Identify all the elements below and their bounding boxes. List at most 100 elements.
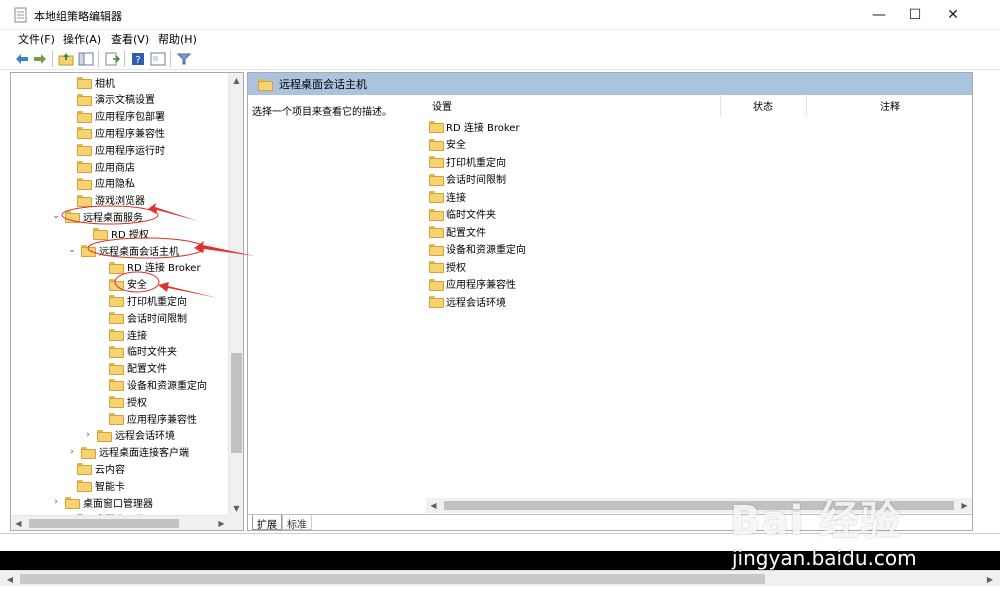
tree-item[interactable]: 设备和资源重定向 (95, 376, 207, 392)
list-item-label: 应用程序兼容性 (446, 280, 516, 291)
column-divider[interactable] (720, 95, 721, 117)
column-header-setting[interactable]: 设置 (432, 98, 452, 113)
tree-item[interactable]: RD 连接 Broker (95, 259, 201, 275)
menu-help[interactable]: 帮助(H) (158, 31, 197, 47)
list-item-label: 会话时间限制 (446, 175, 506, 186)
list-item-label: 临时文件夹 (446, 210, 496, 221)
tree-item-label: 会话时间限制 (127, 313, 187, 325)
list-item[interactable]: 设备和资源重定向 (429, 241, 526, 257)
list-item[interactable]: 授权 (429, 258, 466, 274)
tree-item[interactable]: 游戏浏览器 (63, 192, 145, 208)
window-title: 本地组策略编辑器 (34, 10, 122, 23)
tree-expander-icon[interactable]: › (67, 447, 77, 457)
tree-item[interactable]: RD 授权 (79, 225, 149, 241)
tab-standard[interactable]: 标准 (282, 515, 312, 530)
folder-icon (81, 446, 96, 459)
tree-item[interactable]: 连接 (95, 326, 147, 342)
menu-bar: 文件(F) 操作(A) 查看(V) 帮助(H) (0, 30, 1000, 48)
scroll-right-icon[interactable]: ▶ (982, 571, 998, 587)
scroll-left-icon[interactable]: ◀ (11, 516, 26, 530)
scroll-thumb[interactable] (29, 519, 179, 528)
toolbar: ? (0, 48, 1000, 70)
column-divider[interactable] (806, 95, 807, 117)
column-header-state[interactable]: 状态 (753, 98, 773, 113)
tree-item[interactable]: ⌄ 远程桌面会话主机 (67, 242, 179, 258)
tree-item-label: 打印机重定向 (127, 296, 187, 308)
list-item[interactable]: 远程会话环境 (429, 293, 506, 309)
list-item[interactable]: RD 连接 Broker (429, 118, 520, 134)
help-icon[interactable]: ? (130, 51, 146, 67)
tree-item[interactable]: 安全 (95, 276, 147, 292)
scroll-thumb[interactable] (20, 574, 765, 584)
scroll-down-icon[interactable]: ▼ (229, 501, 243, 516)
tree-item[interactable]: 相机 (63, 74, 115, 90)
tree-item-label: 桌面窗口管理器 (83, 498, 153, 510)
tree-item[interactable]: › 远程会话环境 (83, 427, 175, 443)
tree-vertical-scrollbar[interactable]: ▲ ▼ (228, 73, 243, 516)
properties-icon[interactable] (150, 51, 166, 67)
details-header: 远程桌面会话主机 (248, 73, 972, 95)
list-item[interactable]: 应用程序兼容性 (429, 276, 516, 292)
tree-expander-icon[interactable]: ⌄ (67, 245, 77, 255)
menu-action[interactable]: 操作(A) (63, 31, 101, 47)
tree-item[interactable]: 应用程序兼容性 (95, 410, 197, 426)
list-item-label: 远程会话环境 (446, 297, 506, 309)
list-item[interactable]: 配置文件 (429, 223, 486, 239)
folder-icon (429, 261, 444, 273)
list-item[interactable]: 安全 (429, 136, 466, 152)
scroll-thumb[interactable] (231, 353, 242, 453)
tab-extended[interactable]: 扩展 (252, 515, 282, 530)
tree-item[interactable]: 智能卡 (63, 477, 125, 493)
tree-item[interactable]: 会话时间限制 (95, 309, 187, 325)
tree-item-label: 应用程序运行时 (95, 145, 165, 157)
list-item[interactable]: 会话时间限制 (429, 171, 506, 187)
tree-item[interactable]: 应用商店 (63, 158, 135, 174)
folder-icon (429, 173, 444, 186)
tree-item[interactable]: 打印机重定向 (95, 292, 187, 308)
tree-item[interactable]: 临时文件夹 (95, 343, 177, 359)
close-button[interactable]: ✕ (930, 0, 976, 30)
column-header-comment[interactable]: 注释 (880, 98, 900, 113)
scroll-right-icon[interactable]: ▶ (214, 516, 229, 530)
tree-item[interactable]: 应用程序兼容性 (63, 124, 165, 140)
menu-view[interactable]: 查看(V) (111, 31, 149, 47)
export-list-icon[interactable] (104, 51, 120, 67)
folder-icon (77, 93, 92, 106)
tree-item[interactable]: 云内容 (63, 460, 125, 476)
scroll-left-icon[interactable]: ◀ (2, 571, 18, 587)
tree-item[interactable]: 演示文稿设置 (63, 91, 155, 107)
folder-icon (77, 77, 92, 89)
tree-item[interactable]: ⌄ 远程桌面服务 (51, 208, 143, 224)
tree-item-label: 游戏浏览器 (95, 196, 145, 208)
folder-icon (77, 480, 92, 493)
tree-item[interactable]: › 远程桌面连接客户端 (67, 444, 189, 460)
tree-horizontal-scrollbar[interactable]: ◀ ▶ (11, 515, 229, 530)
tree-item[interactable]: 应用隐私 (63, 175, 135, 191)
tree-expander-icon[interactable]: › (83, 430, 93, 440)
list-item-label: 设备和资源重定向 (446, 245, 526, 256)
back-icon[interactable] (14, 51, 30, 67)
tree-item[interactable]: › 桌面窗口管理器 (51, 494, 153, 510)
list-item[interactable]: 临时文件夹 (429, 206, 496, 222)
description-text: 选择一个项目来查看它的描述。 (252, 107, 392, 118)
menu-file[interactable]: 文件(F) (18, 31, 55, 47)
app-icon (14, 7, 27, 23)
list-item[interactable]: 打印机重定向 (429, 153, 506, 169)
tree-expander-icon[interactable]: ⌄ (51, 211, 61, 221)
filter-icon[interactable] (176, 51, 192, 67)
folder-icon (429, 138, 444, 151)
up-folder-icon[interactable] (58, 51, 74, 67)
show-hide-tree-icon[interactable] (78, 51, 94, 67)
scroll-left-icon[interactable]: ◀ (426, 498, 441, 513)
forward-icon[interactable] (32, 51, 48, 67)
list-item[interactable]: 连接 (429, 188, 466, 204)
scroll-up-icon[interactable]: ▲ (229, 73, 243, 88)
tree-item[interactable]: 配置文件 (95, 360, 167, 376)
tree-expander-icon[interactable]: › (51, 497, 61, 507)
tree-item-label: 应用商店 (95, 162, 135, 174)
folder-icon (77, 194, 92, 207)
toolbar-separator (52, 51, 53, 67)
tree-item[interactable]: 应用程序包部署 (63, 108, 165, 124)
tree-item[interactable]: 应用程序运行时 (63, 141, 165, 157)
tree-item[interactable]: 授权 (95, 393, 147, 409)
